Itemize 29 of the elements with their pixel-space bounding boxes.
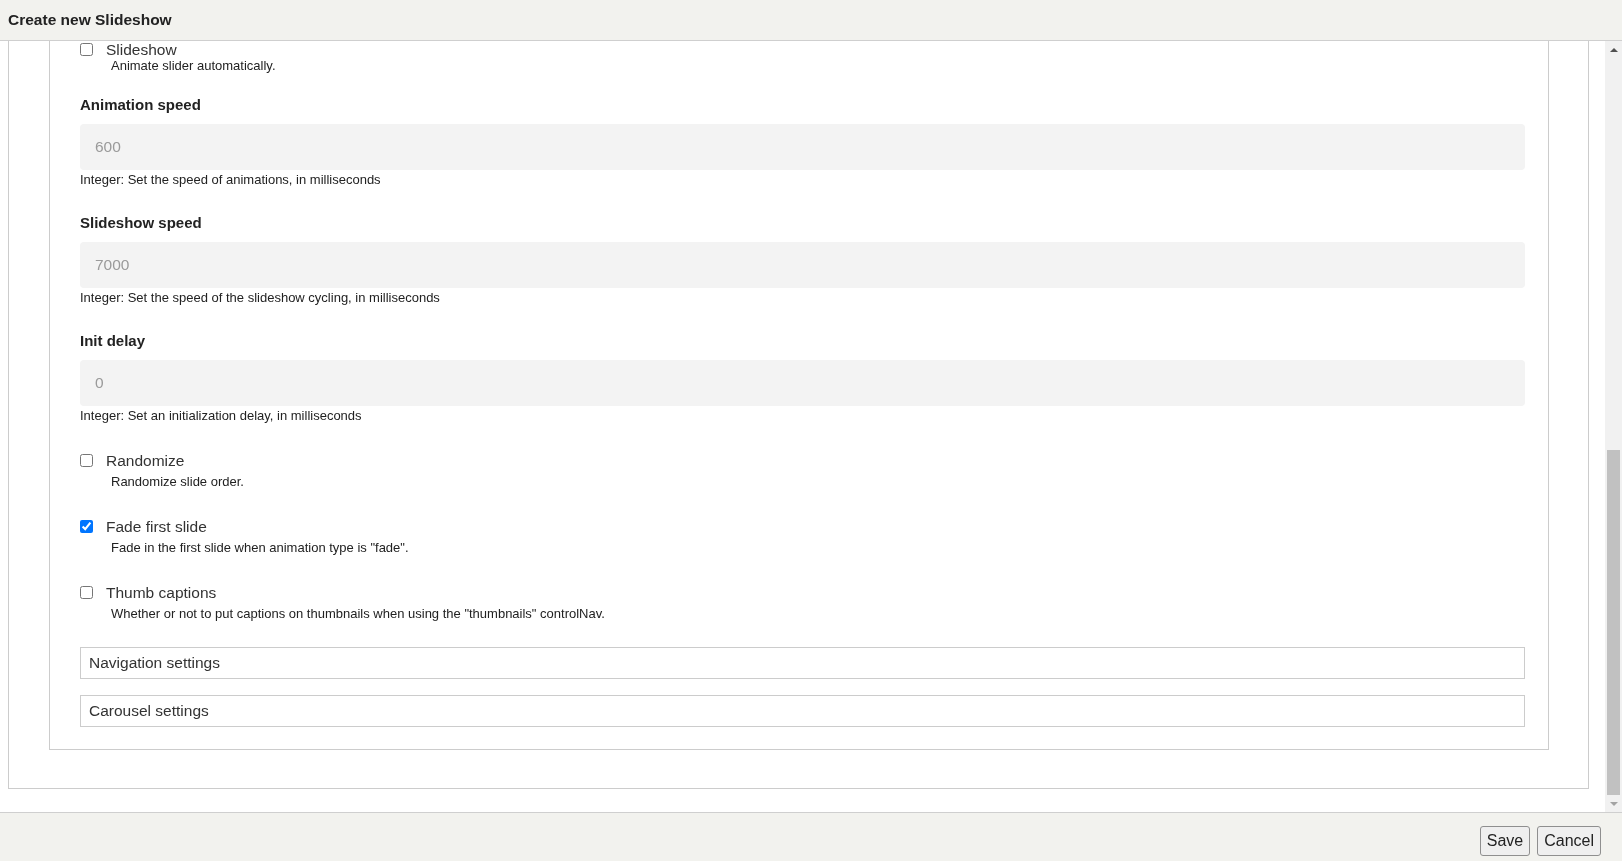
checkbox-label[interactable]: Fade first slide — [106, 517, 207, 535]
save-button[interactable]: Save — [1479, 826, 1531, 856]
window-title: Create new Slideshow — [8, 11, 172, 29]
scroll-up-icon[interactable] — [1609, 47, 1618, 52]
field-label: Init delay — [80, 332, 147, 350]
section-header[interactable]: Navigation settings — [80, 647, 1525, 679]
description-text: Fade in the first slide when animation type is "fade". — [110, 540, 410, 556]
input-field[interactable]: 7000 — [80, 242, 1525, 288]
input-field[interactable]: 600 — [80, 124, 1525, 170]
checkbox-label[interactable]: Thumb captions — [106, 583, 217, 601]
checkbox-label[interactable]: Slideshow — [106, 41, 177, 58]
description-text: Randomize slide order. — [110, 474, 245, 490]
description-text: Whether or not to put captions on thumbnails when using the "thumbnails" controlNav. — [110, 606, 606, 622]
field-label: Slideshow speed — [80, 214, 203, 232]
cancel-button[interactable]: Cancel — [1537, 826, 1601, 856]
checkbox[interactable] — [80, 43, 93, 56]
help-text: Integer: Set the speed of animations, in milliseconds — [80, 172, 382, 188]
checkbox-label[interactable]: Randomize — [106, 451, 185, 469]
checkbox[interactable] — [80, 585, 93, 599]
section-header[interactable]: Carousel settings — [80, 695, 1525, 727]
input-field[interactable]: 0 — [80, 360, 1525, 406]
scrollbar[interactable] — [1605, 41, 1622, 812]
help-text: Integer: Set an initialization delay, in milliseconds — [80, 408, 363, 424]
description-text: Animate slider automatically. — [110, 58, 277, 74]
field-label: Animation speed — [80, 96, 202, 114]
checkbox[interactable] — [80, 519, 93, 533]
scrollbar-thumb[interactable] — [1607, 450, 1620, 795]
checkbox[interactable] — [80, 453, 93, 467]
help-text: Integer: Set the speed of the slideshow cycling, in milliseconds — [80, 290, 441, 306]
